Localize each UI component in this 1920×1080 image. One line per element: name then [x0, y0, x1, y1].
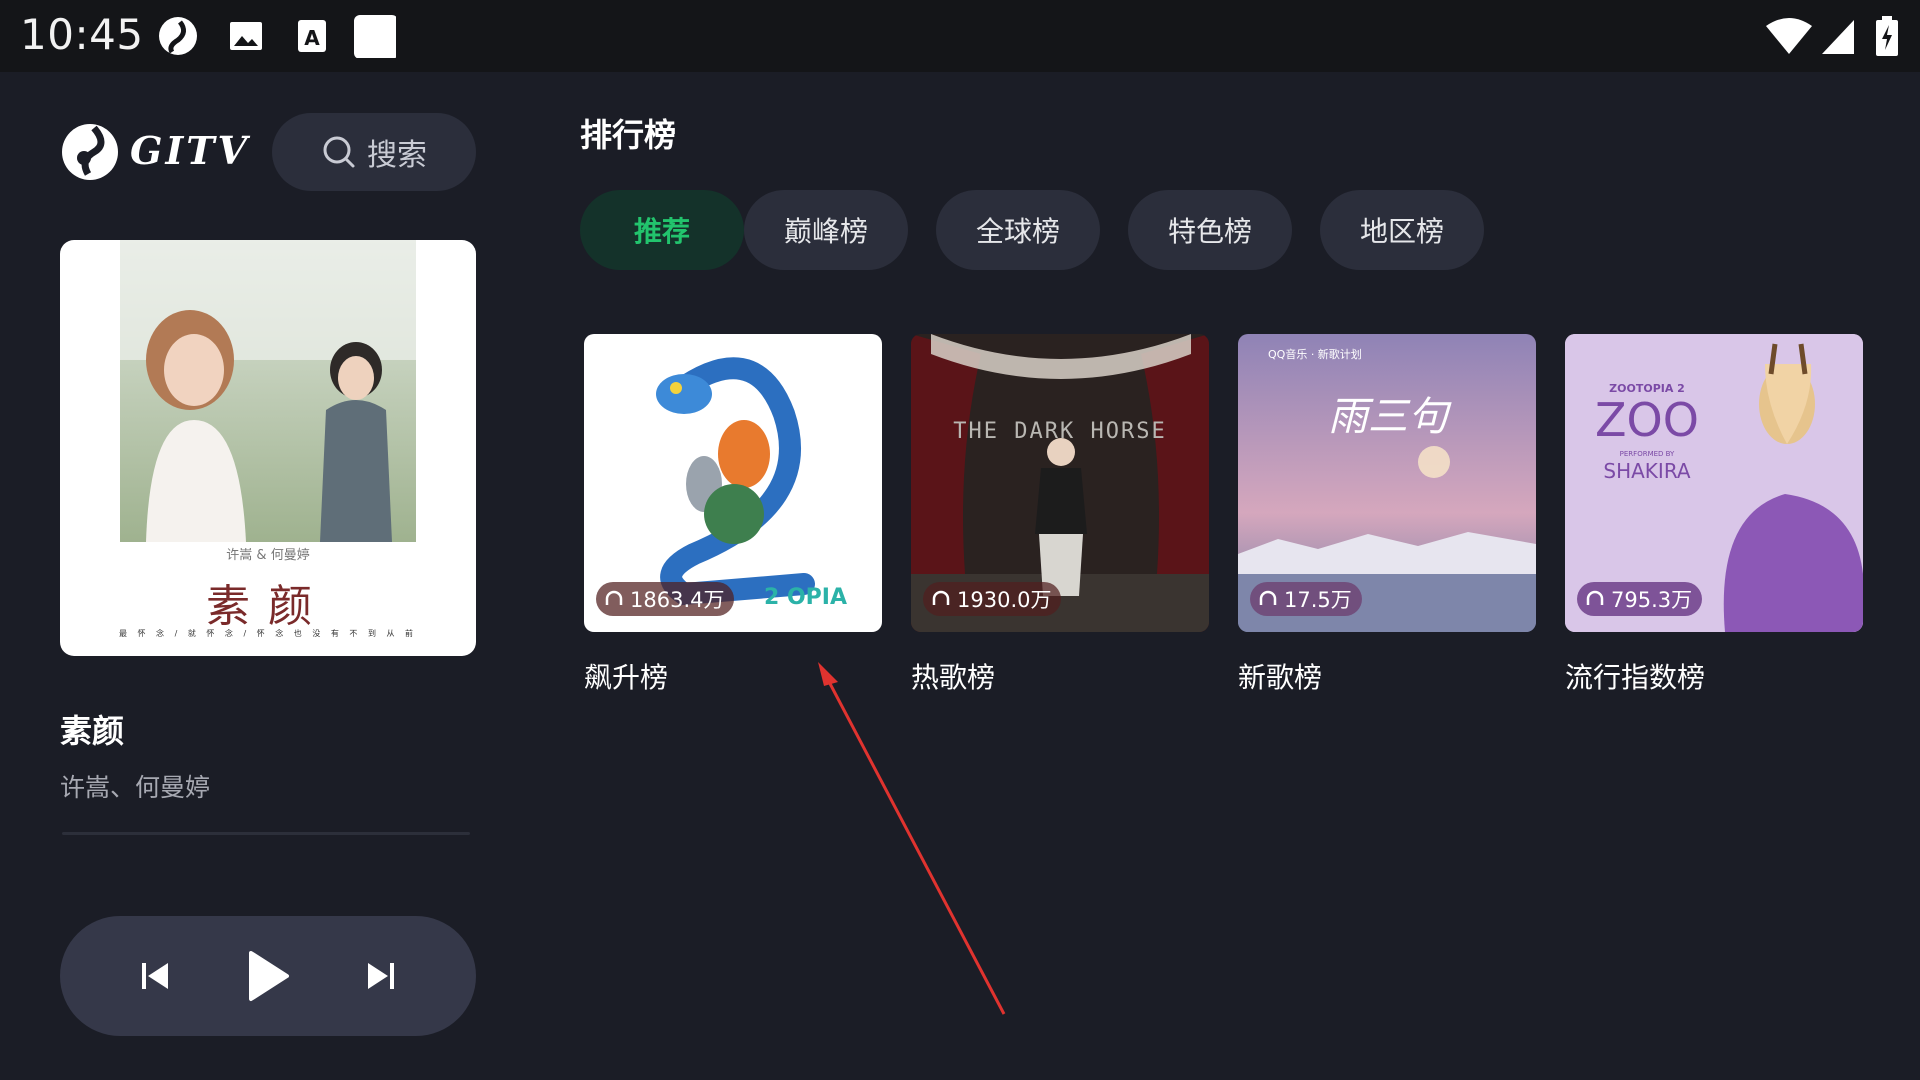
image-icon [230, 22, 262, 50]
cover-text: ZOO [1595, 393, 1699, 447]
headphones-icon [1586, 590, 1604, 605]
status-bar: 10:45 A [0, 0, 1920, 72]
skip-next-icon [368, 963, 394, 989]
next-button[interactable] [346, 916, 416, 1036]
search-icon [323, 136, 355, 168]
play-button[interactable] [230, 916, 306, 1036]
cover-sub: SHAKIRA [1603, 459, 1691, 483]
play-count: 1863.4万 [630, 588, 725, 612]
chart-card-new[interactable]: QQ音乐 · 新歌计划 雨三句 17.5万 新歌榜 [1238, 334, 1536, 694]
play-count: 1930.0万 [957, 588, 1052, 612]
now-playing-cover[interactable]: 许嵩 & 何曼婷 素颜 最 怀 念 / 就 怀 念 / 怀 念 也 没 有 不 … [60, 240, 476, 656]
previous-button[interactable] [120, 916, 190, 1036]
chart-cover: 2 OPIA 1863.4万 [584, 334, 882, 632]
cover-title: 素颜 [206, 581, 330, 632]
wifi-icon [1766, 18, 1812, 54]
battery-charging-icon [1876, 16, 1898, 56]
player-controls [60, 916, 476, 1036]
play-count-badge: 1930.0万 [923, 582, 1062, 616]
tab-recommended[interactable]: 推荐 [580, 190, 744, 270]
chart-title: 飙升榜 [584, 661, 669, 694]
playback-progress-bar[interactable] [62, 832, 470, 835]
album-artwork-image [120, 240, 416, 542]
section-title: 排行榜 [580, 116, 677, 154]
tab-peak[interactable]: 巅峰榜 [744, 190, 908, 270]
chart-title: 新歌榜 [1238, 661, 1323, 694]
skip-previous-icon [142, 963, 168, 989]
svg-text:A: A [304, 26, 320, 50]
now-playing-title: 素颜 [60, 712, 125, 750]
cover-text: THE DARK HORSE [953, 419, 1166, 444]
cover-brand: QQ音乐 · 新歌计划 [1268, 347, 1362, 361]
play-count-badge: 1863.4万 [596, 582, 735, 616]
chart-cover: ZOOTOPIA 2 ZOO PERFORMED BY SHAKIRA 795.… [1565, 334, 1863, 632]
play-count-badge: 17.5万 [1250, 582, 1362, 616]
headphones-icon [932, 590, 950, 605]
blank-app-icon [354, 15, 396, 58]
cover-subtitle: 许嵩 & 何曼婷 [226, 548, 310, 563]
tab-regional[interactable]: 地区榜 [1320, 190, 1484, 270]
gitv-logo-icon [62, 124, 118, 180]
chart-cover: THE DARK HORSE 1930.0万 [911, 334, 1209, 632]
tab-global[interactable]: 全球榜 [936, 190, 1100, 270]
headphones-icon [605, 590, 623, 605]
chart-card-hot[interactable]: THE DARK HORSE 1930.0万 热歌榜 [911, 334, 1209, 694]
cover-text: 2 OPIA [764, 585, 847, 610]
cover-text: 雨三句 [1328, 394, 1452, 440]
chart-card-pop-index[interactable]: ZOOTOPIA 2 ZOO PERFORMED BY SHAKIRA 795.… [1565, 334, 1863, 694]
search-button[interactable]: 搜索 [272, 113, 476, 191]
chart-title: 热歌榜 [911, 661, 996, 694]
chart-cover: QQ音乐 · 新歌计划 雨三句 17.5万 [1238, 334, 1536, 632]
cover-tagline: 最 怀 念 / 就 怀 念 / 怀 念 也 没 有 不 到 从 前 [118, 629, 418, 638]
search-label: 搜索 [367, 138, 427, 173]
gitv-logo-text: GITV [130, 128, 250, 173]
chart-title: 流行指数榜 [1565, 661, 1706, 694]
cover-small: PERFORMED BY [1620, 450, 1675, 458]
now-playing-artist: 许嵩、何曼婷 [60, 773, 211, 802]
play-count-badge: 795.3万 [1577, 582, 1703, 616]
play-count: 17.5万 [1284, 588, 1352, 612]
headphones-icon [1259, 590, 1277, 605]
play-icon [249, 951, 289, 1001]
chart-card-soaring[interactable]: 2 OPIA 1863.4万 飙升榜 [584, 334, 882, 694]
keyboard-a-icon: A [298, 20, 326, 52]
status-time: 10:45 [20, 10, 144, 59]
signal-icon [1822, 20, 1854, 54]
tab-featured[interactable]: 特色榜 [1128, 190, 1292, 270]
play-count: 795.3万 [1611, 588, 1693, 612]
gitv-app-icon [159, 17, 197, 55]
